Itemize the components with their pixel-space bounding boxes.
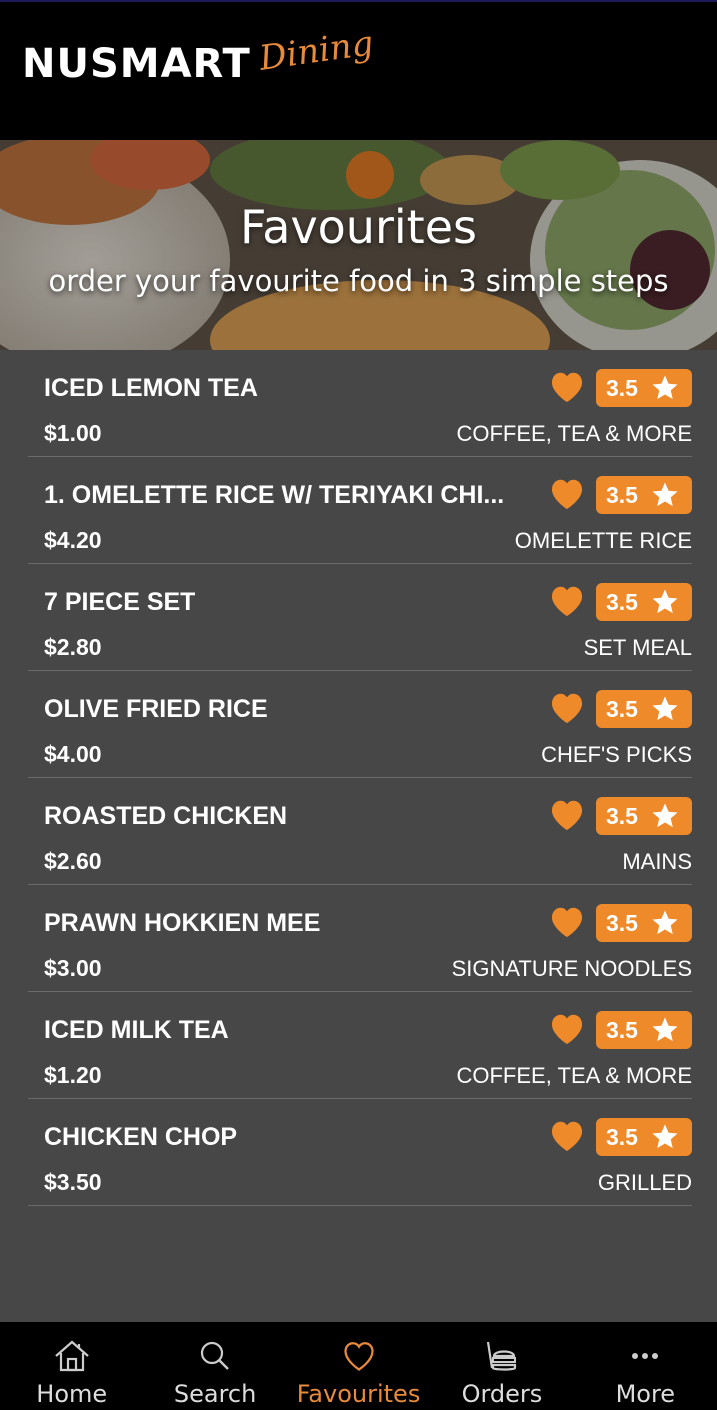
item-name: CHICKEN CHOP — [44, 1123, 238, 1151]
heart-icon[interactable] — [548, 689, 586, 727]
item-price: $4.20 — [44, 527, 102, 553]
item-category: MAINS — [622, 849, 692, 874]
heart-icon[interactable] — [548, 1117, 586, 1155]
list-item[interactable]: CHICKEN CHOP $3.50 GRILLED 3.5 — [28, 1099, 692, 1206]
item-price: $3.00 — [44, 955, 102, 981]
orders-icon — [486, 1341, 517, 1371]
item-category: COFFEE, TEA & MORE — [456, 1063, 692, 1088]
heart-icon[interactable] — [548, 796, 586, 834]
heart-icon[interactable] — [548, 903, 586, 941]
list-item[interactable]: ROASTED CHICKEN $2.60 MAINS 3.5 — [28, 778, 692, 885]
list-item[interactable]: 1. OMELETTE RICE W/ TERIYAKI CHI... $4.2… — [28, 457, 692, 564]
item-category: OMELETTE RICE — [514, 528, 692, 553]
item-name: 7 PIECE SET — [44, 588, 196, 616]
item-name: 1. OMELETTE RICE W/ TERIYAKI CHI... — [44, 481, 505, 509]
app-logo[interactable]: NUSMART Dining — [22, 23, 376, 100]
star-icon — [652, 696, 678, 721]
list-item[interactable]: OLIVE FRIED RICE $4.00 CHEF'S PICKS 3.5 — [28, 671, 692, 778]
item-name: ICED MILK TEA — [44, 1016, 229, 1044]
list-item[interactable]: ICED LEMON TEA $1.00 COFFEE, TEA & MORE … — [28, 350, 692, 457]
rating-value: 3.5 — [606, 695, 638, 722]
star-icon — [652, 1124, 678, 1149]
rating-badge: 3.5 — [596, 797, 692, 835]
rating-badge: 3.5 — [596, 1011, 692, 1049]
rating-badge: 3.5 — [596, 476, 692, 514]
search-icon — [201, 1341, 229, 1370]
rating-value: 3.5 — [606, 802, 638, 829]
item-category: COFFEE, TEA & MORE — [456, 421, 692, 446]
rating-badge: 3.5 — [596, 369, 692, 407]
more-dots-icon — [632, 1353, 659, 1359]
hero-banner: Favourites order your favourite food in … — [0, 140, 717, 350]
item-price: $1.20 — [44, 1062, 102, 1088]
rating-badge: 3.5 — [596, 690, 692, 728]
item-price: $1.00 — [44, 420, 102, 446]
logo-script-text: Dining — [256, 23, 376, 79]
item-category: GRILLED — [597, 1170, 692, 1195]
item-price: $2.80 — [44, 634, 102, 660]
nav-orders-label: Orders — [461, 1380, 543, 1408]
nav-home[interactable]: Home — [0, 1322, 143, 1410]
nav-favourites[interactable]: Favourites — [287, 1322, 430, 1410]
list-item[interactable]: PRAWN HOKKIEN MEE $3.00 SIGNATURE NOODLE… — [28, 885, 692, 992]
nav-search-label: Search — [173, 1380, 257, 1408]
star-icon — [652, 375, 678, 400]
item-name: OLIVE FRIED RICE — [44, 695, 268, 723]
favourites-list: ICED LEMON TEA $1.00 COFFEE, TEA & MORE … — [28, 350, 692, 1206]
item-name: ROASTED CHICKEN — [44, 802, 288, 830]
star-icon — [652, 589, 678, 614]
item-price: $4.00 — [44, 741, 102, 767]
item-category: SIGNATURE NOODLES — [451, 956, 692, 981]
rating-badge: 3.5 — [596, 1118, 692, 1156]
item-price: $3.50 — [44, 1169, 102, 1195]
star-icon — [652, 803, 678, 828]
nav-more-label: More — [615, 1380, 676, 1408]
nav-favourites-label: Favourites — [296, 1380, 421, 1408]
bottom-nav: Home Search Favourites Orders More — [0, 1322, 717, 1410]
item-category: CHEF'S PICKS — [541, 742, 692, 767]
home-icon — [54, 1340, 89, 1372]
heart-outline-icon — [343, 1342, 374, 1371]
page-subtitle: order your favourite food in 3 simple st… — [48, 264, 669, 298]
heart-icon[interactable] — [548, 582, 586, 620]
rating-value: 3.5 — [606, 374, 638, 401]
list-item[interactable]: ICED MILK TEA $1.20 COFFEE, TEA & MORE 3… — [28, 992, 692, 1099]
nav-home-label: Home — [36, 1380, 108, 1408]
logo-main-text: NUSMART — [22, 41, 251, 87]
item-category: SET MEAL — [583, 635, 692, 660]
heart-icon[interactable] — [548, 368, 586, 406]
nav-orders[interactable]: Orders — [430, 1322, 573, 1410]
rating-value: 3.5 — [606, 909, 638, 936]
item-price: $2.60 — [44, 848, 102, 874]
nav-search[interactable]: Search — [143, 1322, 286, 1410]
nav-more[interactable]: More — [574, 1322, 717, 1410]
rating-value: 3.5 — [606, 588, 638, 615]
item-name: ICED LEMON TEA — [44, 374, 258, 402]
rating-value: 3.5 — [606, 481, 638, 508]
heart-icon[interactable] — [548, 475, 586, 513]
app-header: NUSMART Dining — [0, 0, 717, 140]
rating-value: 3.5 — [606, 1016, 638, 1043]
rating-badge: 3.5 — [596, 904, 692, 942]
star-icon — [652, 1017, 678, 1042]
star-icon — [652, 910, 678, 935]
rating-value: 3.5 — [606, 1123, 638, 1150]
star-icon — [652, 482, 678, 507]
heart-icon[interactable] — [548, 1010, 586, 1048]
list-item[interactable]: 7 PIECE SET $2.80 SET MEAL 3.5 — [28, 564, 692, 671]
rating-badge: 3.5 — [596, 583, 692, 621]
page-title: Favourites — [240, 200, 477, 254]
item-name: PRAWN HOKKIEN MEE — [44, 909, 321, 937]
